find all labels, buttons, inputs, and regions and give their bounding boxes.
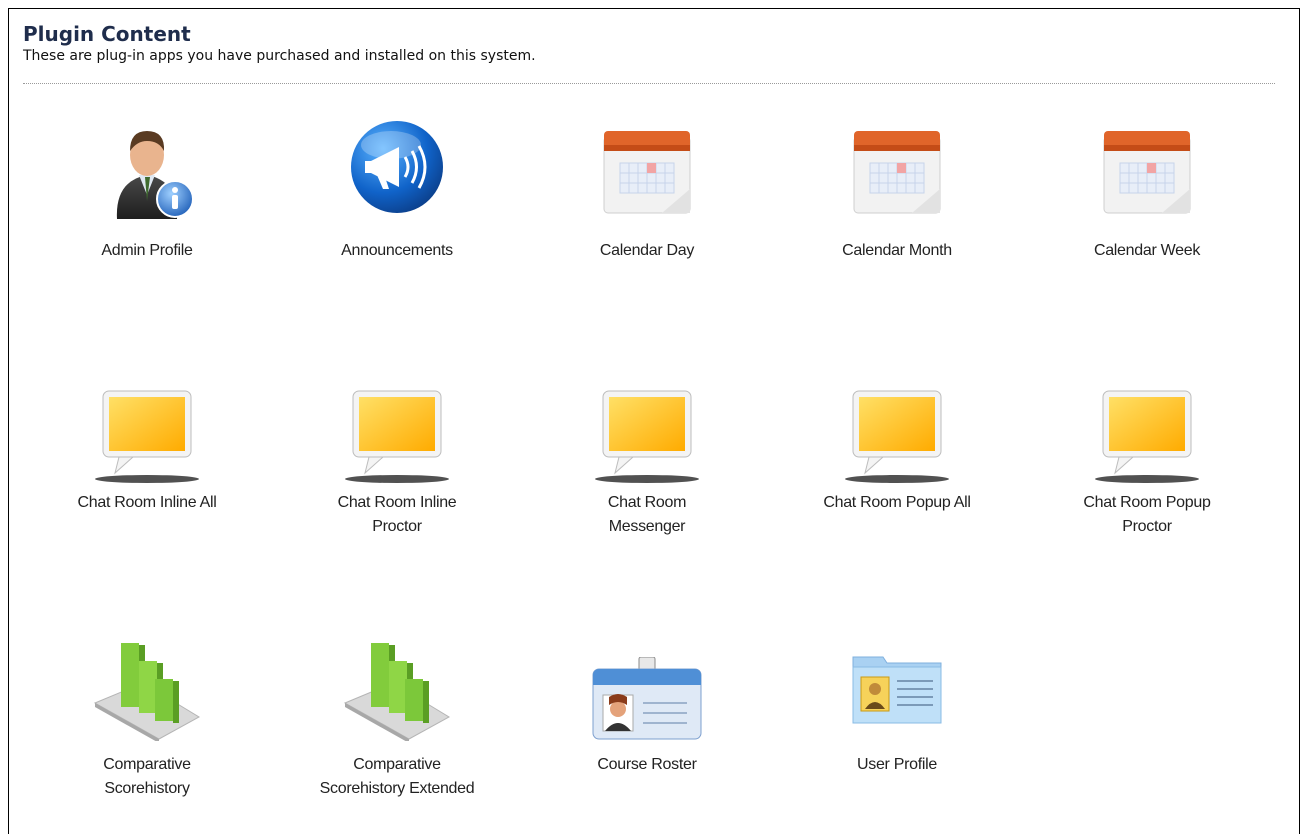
user-card-icon	[847, 649, 947, 733]
plugin-user-profile[interactable]: User Profile	[777, 629, 1017, 829]
speech-bubble-icon	[337, 383, 457, 487]
plugin-label: Chat Room Popup All	[823, 494, 971, 511]
admin-profile-icon	[97, 115, 197, 227]
plugin-comparative-scorehistory-extended[interactable]: Comparative Scorehistory Extended	[277, 629, 517, 829]
page-header: Plugin Content These are plug-in apps yo…	[23, 21, 536, 65]
plugin-chat-room-inline-proctor[interactable]: Chat Room Inline Proctor	[277, 379, 517, 579]
bar-chart-icon	[87, 631, 207, 745]
bar-chart-icon	[337, 631, 457, 745]
plugin-label: Calendar Month	[842, 242, 952, 259]
plugin-label: Chat Room Inline All	[77, 494, 217, 511]
plugin-label: Chat Room Messenger	[607, 494, 687, 535]
plugin-label: Comparative Scorehistory	[103, 756, 191, 797]
plugin-announcements[interactable]: Announcements	[277, 109, 517, 309]
plugin-label: Admin Profile	[101, 242, 193, 259]
speech-bubble-icon	[837, 383, 957, 487]
plugin-chat-room-popup-proctor[interactable]: Chat Room Popup Proctor	[1027, 379, 1267, 579]
calendar-icon	[602, 127, 692, 221]
page-title: Plugin Content	[23, 22, 191, 46]
page-subtitle: These are plug-in apps you have purchase…	[23, 48, 536, 64]
id-badge-icon	[587, 656, 707, 745]
plugin-calendar-day[interactable]: Calendar Day	[527, 109, 767, 309]
speech-bubble-icon	[587, 383, 707, 487]
plugin-label: Calendar Week	[1093, 242, 1201, 259]
speech-bubble-icon	[87, 383, 207, 487]
plugin-admin-profile[interactable]: Admin Profile	[27, 109, 267, 309]
plugin-course-roster[interactable]: Course Roster	[527, 629, 767, 829]
plugin-calendar-month[interactable]: Calendar Month	[777, 109, 1017, 309]
plugin-chat-room-popup-all[interactable]: Chat Room Popup All	[777, 379, 1017, 579]
plugin-label: Calendar Day	[599, 242, 695, 259]
plugin-chat-room-inline-all[interactable]: Chat Room Inline All	[27, 379, 267, 579]
calendar-icon	[852, 127, 942, 221]
plugin-label: Comparative Scorehistory Extended	[319, 756, 475, 797]
plugin-label: Course Roster	[597, 756, 697, 773]
calendar-icon	[1102, 127, 1192, 221]
plugin-label: Announcements	[341, 242, 453, 259]
speech-bubble-icon	[1087, 383, 1207, 487]
megaphone-icon	[347, 117, 447, 221]
plugin-chat-room-messenger[interactable]: Chat Room Messenger	[527, 379, 767, 579]
plugin-calendar-week[interactable]: Calendar Week	[1027, 109, 1267, 309]
plugin-label: Chat Room Inline Proctor	[337, 494, 457, 535]
plugin-content-panel: Plugin Content These are plug-in apps yo…	[8, 8, 1300, 834]
plugin-label: Chat Room Popup Proctor	[1083, 494, 1211, 535]
header-divider	[23, 83, 1275, 84]
plugin-comparative-scorehistory[interactable]: Comparative Scorehistory	[27, 629, 267, 829]
plugin-label: User Profile	[857, 756, 937, 773]
